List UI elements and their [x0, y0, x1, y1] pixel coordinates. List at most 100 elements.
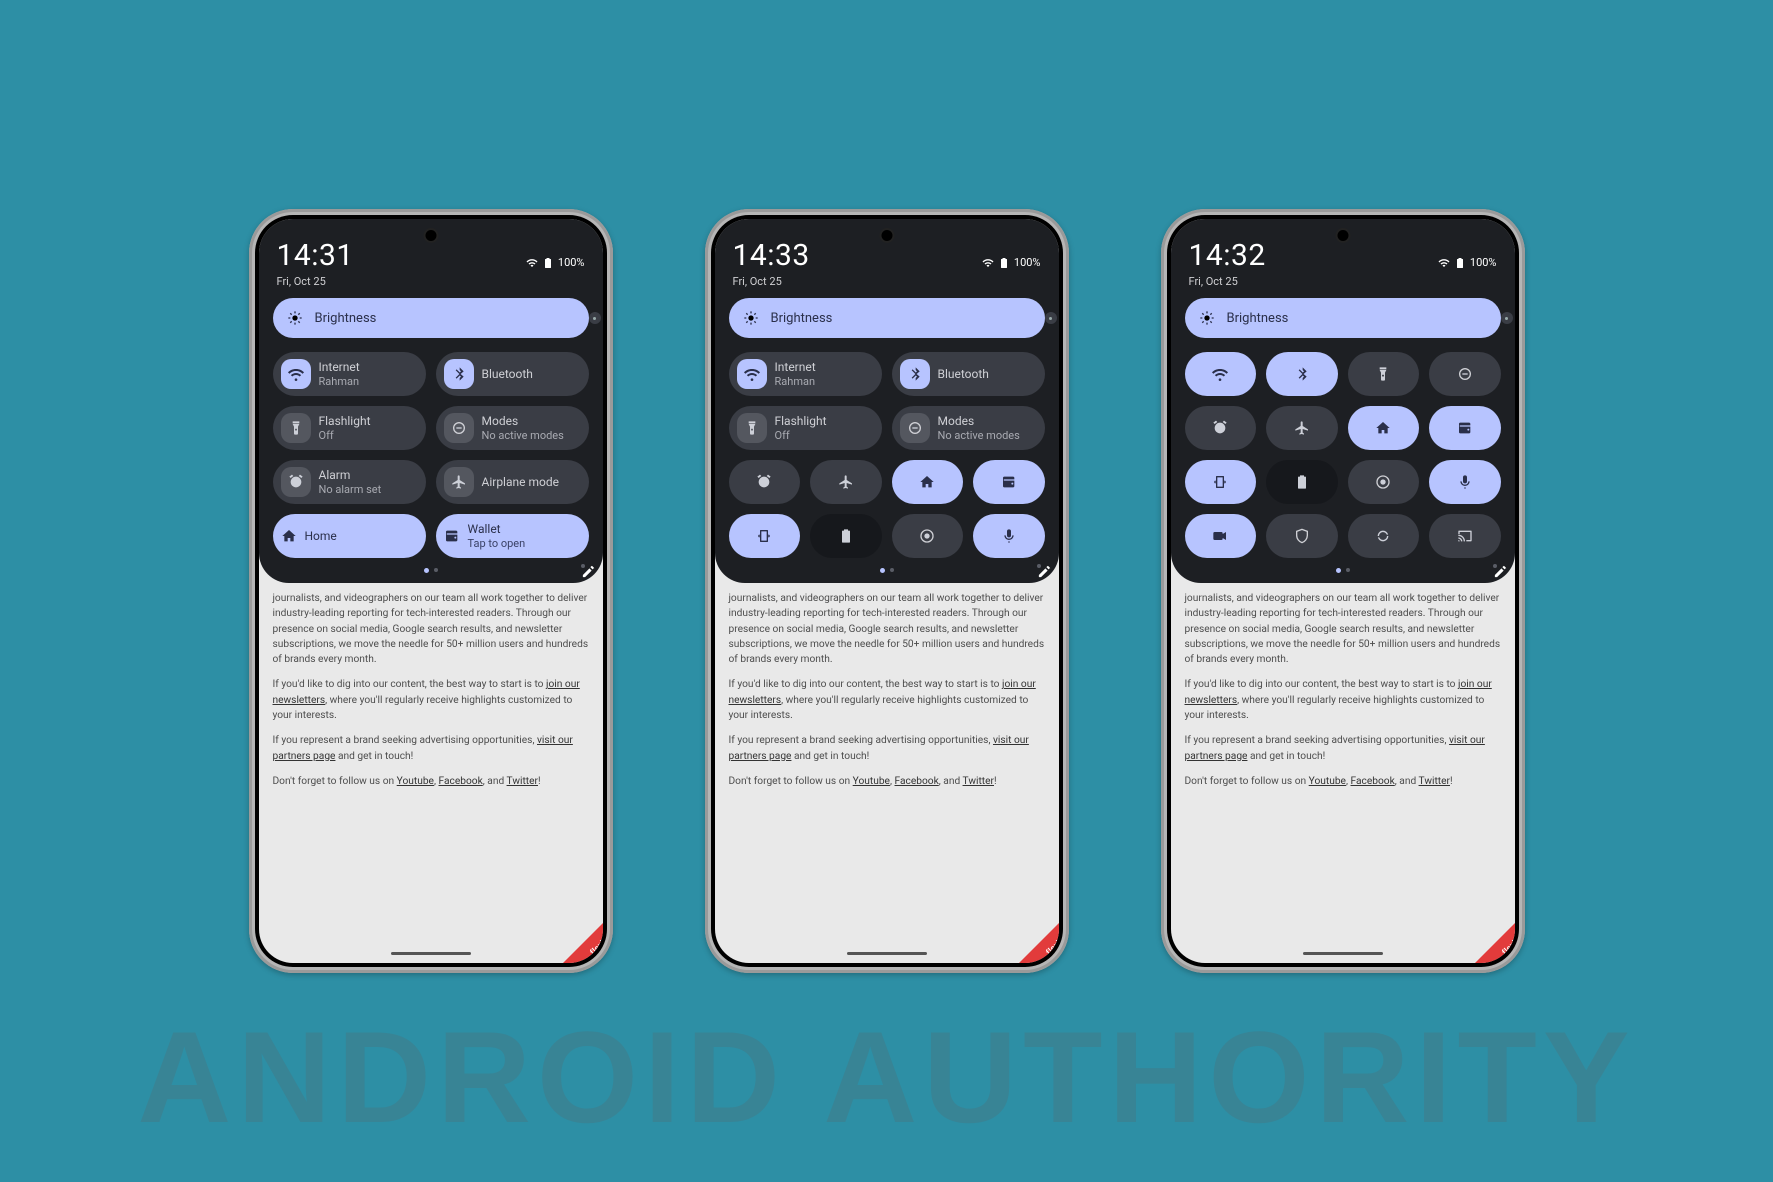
facebook-link[interactable]: Facebook [439, 776, 483, 787]
qs-tile-flashlight[interactable] [1348, 352, 1420, 396]
qs-tile-battery[interactable] [1266, 460, 1338, 504]
bri-icon [743, 310, 759, 326]
brightness-slider[interactable]: Brightness [729, 298, 1045, 338]
airplane-icon [1294, 420, 1310, 436]
edit-tiles-button[interactable] [1493, 564, 1497, 568]
cast-icon [1457, 528, 1473, 544]
bri-icon [1199, 310, 1215, 326]
qs-tile-wifi[interactable] [1185, 352, 1257, 396]
qs-tile-shield[interactable] [1266, 514, 1338, 558]
qs-tile-wallet[interactable] [1429, 406, 1501, 450]
modes-icon [907, 420, 923, 436]
wifi-icon [744, 366, 760, 382]
nav-bar[interactable] [391, 952, 471, 955]
twitter-link[interactable]: Twitter [507, 776, 538, 787]
qs-tile-sync[interactable] [1348, 514, 1420, 558]
qs-tile-wifi[interactable]: InternetRahman [273, 352, 426, 396]
pager [273, 568, 589, 573]
status-icons: 100% [1438, 256, 1497, 269]
qs-tile-wallet[interactable] [973, 460, 1045, 504]
qs-tile-wifi[interactable]: InternetRahman [729, 352, 882, 396]
wifi-icon [1212, 366, 1228, 382]
qs-tile-home[interactable] [892, 460, 964, 504]
youtube-link[interactable]: Youtube [397, 776, 434, 787]
brightness-slider[interactable]: Brightness [1185, 298, 1501, 338]
mic-icon [1457, 474, 1473, 490]
brightness-slider[interactable]: Brightness [273, 298, 589, 338]
qs-tile-camera[interactable] [1185, 514, 1257, 558]
qs-tile-home[interactable]: Home [273, 514, 426, 558]
watermark: ANDROID AUTHORITY [0, 1002, 1773, 1152]
qs-tile-modes[interactable] [1429, 352, 1501, 396]
qs-tile-mic[interactable] [973, 514, 1045, 558]
phone-frame: 14:31100%Fri, Oct 25BrightnessInternetRa… [249, 209, 613, 973]
mic-icon [1001, 528, 1017, 544]
qs-tile-airplane[interactable] [1266, 406, 1338, 450]
phone-frame: 14:32100%Fri, Oct 25Brightnessjournalist… [1161, 209, 1525, 973]
qs-tile-bluetooth[interactable]: Bluetooth [436, 352, 589, 396]
qs-tile-rotate[interactable] [1185, 460, 1257, 504]
newsletters-link[interactable]: join our newsletters [273, 679, 580, 705]
quick-settings-panel: 14:33100%Fri, Oct 25BrightnessInternetRa… [715, 219, 1059, 583]
qs-tile-modes[interactable]: ModesNo active modes [892, 406, 1045, 450]
partners-link[interactable]: visit our partners page [729, 735, 1029, 761]
clock: 14:31 [277, 241, 354, 271]
twitter-link[interactable]: Twitter [963, 776, 994, 787]
rotate-icon [756, 528, 772, 544]
qs-tile-airplane[interactable]: Airplane mode [436, 460, 589, 504]
edit-tiles-button[interactable] [1037, 564, 1041, 568]
qs-tile-wallet[interactable]: WalletTap to open [436, 514, 589, 558]
facebook-link[interactable]: Facebook [895, 776, 939, 787]
qs-tile-modes[interactable]: ModesNo active modes [436, 406, 589, 450]
qs-tile-alarm[interactable]: AlarmNo alarm set [273, 460, 426, 504]
qs-tile-alarm[interactable] [1185, 406, 1257, 450]
pager [1185, 568, 1501, 573]
modes-icon [1457, 366, 1473, 382]
pager [729, 568, 1045, 573]
qs-tile-mic[interactable] [1429, 460, 1501, 504]
date: Fri, Oct 25 [729, 275, 1045, 298]
youtube-link[interactable]: Youtube [853, 776, 890, 787]
flexi-badge [561, 921, 603, 963]
quick-settings-panel: 14:32100%Fri, Oct 25Brightness [1171, 219, 1515, 583]
edit-tiles-button[interactable] [581, 564, 585, 568]
partners-link[interactable]: visit our partners page [1185, 735, 1485, 761]
qs-tile-record[interactable] [1348, 460, 1420, 504]
nav-bar[interactable] [1303, 952, 1383, 955]
newsletters-link[interactable]: join our newsletters [1185, 679, 1492, 705]
battery-icon [1294, 474, 1310, 490]
phone-frame: 14:33100%Fri, Oct 25BrightnessInternetRa… [705, 209, 1069, 973]
qs-tile-airplane[interactable] [810, 460, 882, 504]
status-icons: 100% [982, 256, 1041, 269]
partners-link[interactable]: visit our partners page [273, 735, 573, 761]
qs-tile-home[interactable] [1348, 406, 1420, 450]
facebook-link[interactable]: Facebook [1351, 776, 1395, 787]
modes-icon [451, 420, 467, 436]
record-icon [919, 528, 935, 544]
qs-tile-flashlight[interactable]: FlashlightOff [729, 406, 882, 450]
camera-cutout [879, 228, 894, 243]
qs-tile-alarm[interactable] [729, 460, 801, 504]
newsletters-link[interactable]: join our newsletters [729, 679, 1036, 705]
camera-icon [1212, 528, 1228, 544]
youtube-link[interactable]: Youtube [1309, 776, 1346, 787]
qs-tile-cast[interactable] [1429, 514, 1501, 558]
qs-tile-rotate[interactable] [729, 514, 801, 558]
quick-settings-panel: 14:31100%Fri, Oct 25BrightnessInternetRa… [259, 219, 603, 583]
date: Fri, Oct 25 [273, 275, 589, 298]
qs-tile-record[interactable] [892, 514, 964, 558]
alarm-icon [288, 474, 304, 490]
qs-tile-battery[interactable] [810, 514, 882, 558]
flashlight-icon [288, 420, 304, 436]
home-icon [281, 528, 297, 544]
wifi-icon [288, 366, 304, 382]
qs-tile-bluetooth[interactable] [1266, 352, 1338, 396]
bluetooth-icon [451, 366, 467, 382]
twitter-link[interactable]: Twitter [1419, 776, 1450, 787]
flexi-badge [1473, 921, 1515, 963]
nav-bar[interactable] [847, 952, 927, 955]
qs-tile-bluetooth[interactable]: Bluetooth [892, 352, 1045, 396]
rotate-icon [1212, 474, 1228, 490]
alarm-icon [1212, 420, 1228, 436]
qs-tile-flashlight[interactable]: FlashlightOff [273, 406, 426, 450]
